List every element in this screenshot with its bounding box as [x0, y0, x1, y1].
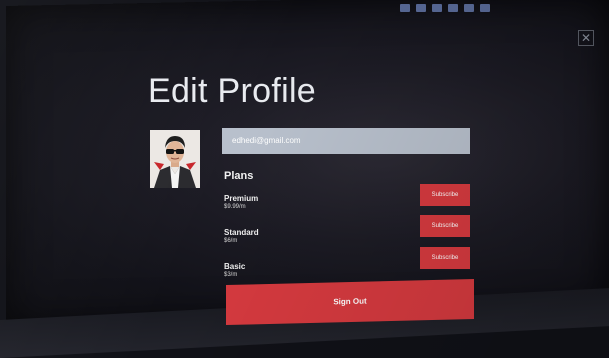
plan-name: Standard [224, 228, 259, 237]
taskbar-icon [416, 4, 426, 12]
taskbar-icon [464, 4, 474, 12]
taskbar-icon [480, 4, 490, 12]
plan-item-premium: Premium $9.99/m [224, 194, 258, 210]
subscribe-premium-button[interactable]: Subscribe [420, 184, 470, 206]
plan-price: $3/m [224, 272, 238, 278]
plan-price: $9.99/m [224, 204, 246, 210]
plans-heading: Plans [224, 170, 254, 182]
avatar-image [150, 130, 200, 188]
photo-frame: ✕ Edit Profile edhedi@gmail.com Plans Pr [0, 0, 609, 358]
taskbar-icon [432, 4, 442, 12]
app-screen [6, 0, 609, 328]
avatar[interactable] [150, 130, 200, 188]
page-title: Edit Profile [148, 72, 317, 110]
sign-out-button[interactable]: Sign Out [226, 278, 474, 326]
plan-name: Premium [224, 194, 259, 203]
taskbar-icon [448, 4, 458, 12]
subscribe-standard-button[interactable]: Subscribe [420, 215, 470, 237]
taskbar-icon [400, 4, 410, 12]
email-field[interactable]: edhedi@gmail.com [222, 128, 470, 154]
close-icon[interactable]: ✕ [578, 30, 594, 46]
plan-name: Basic [224, 262, 246, 271]
plan-price: $6/m [224, 238, 238, 244]
taskbar-strip [400, 2, 600, 14]
plan-item-basic: Basic $3/m [224, 262, 245, 278]
plan-item-standard: Standard $6/m [224, 228, 259, 244]
subscribe-basic-button[interactable]: Subscribe [420, 247, 470, 269]
